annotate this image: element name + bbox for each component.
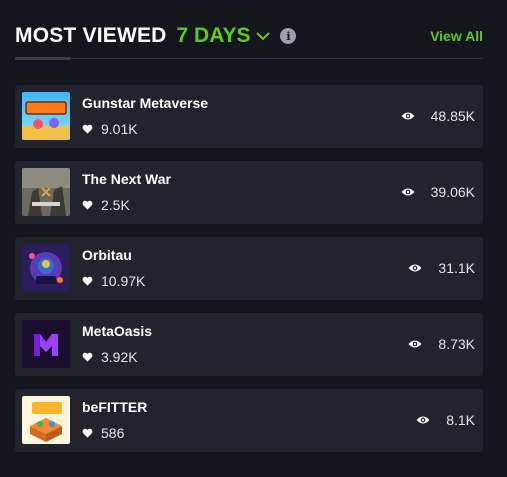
game-thumbnail [22,396,70,444]
likes-value: 10.97K [101,273,146,289]
game-name: MetaOasis [82,323,153,339]
game-thumbnail [22,244,70,292]
views-count: 39.06K [401,184,475,200]
eye-icon [416,416,430,424]
likes-count: 3.92K [82,349,138,365]
likes-count: 586 [82,425,124,441]
likes-value: 2.5K [101,197,130,213]
period-label: 7 DAYS [176,24,251,47]
game-name: Orbitau [82,247,132,263]
views-value: 8.73K [438,336,475,352]
eye-icon [408,340,422,348]
heart-icon [82,200,93,210]
views-count: 8.73K [408,336,475,352]
game-name: The Next War [82,171,171,187]
panel-header: MOST VIEWED 7 DAYS i View All [15,22,483,50]
views-value: 31.1K [438,260,475,276]
header-divider [15,58,483,59]
views-value: 8.1K [446,412,475,428]
list-item[interactable]: beFITTER 586 8.1K [15,389,483,452]
game-thumbnail [22,92,70,140]
divider-accent [15,57,71,60]
views-count: 31.1K [408,260,475,276]
likes-value: 586 [101,425,125,441]
views-value: 39.06K [430,184,475,200]
info-icon[interactable]: i [280,28,297,44]
views-count: 48.85K [401,108,475,124]
game-thumbnail [22,168,70,216]
game-name: beFITTER [82,399,148,415]
heart-icon [82,352,93,362]
panel-title: MOST VIEWED [15,24,167,47]
views-count: 8.1K [416,412,475,428]
view-all-link[interactable]: View All [430,28,483,44]
period-dropdown[interactable]: 7 DAYS [177,24,271,48]
likes-value: 3.92K [101,349,138,365]
game-name: Gunstar Metaverse [82,95,209,111]
heart-icon [82,124,93,134]
likes-count: 10.97K [82,273,145,289]
list-item[interactable]: Orbitau 10.97K 31.1K [15,237,483,300]
likes-count: 9.01K [82,121,138,137]
game-thumbnail [22,320,70,368]
eye-icon [401,112,415,120]
list-item[interactable]: MetaOasis 3.92K 8.73K [15,313,483,376]
chevron-down-icon [256,31,271,40]
eye-icon [401,188,415,196]
heart-icon [82,276,93,286]
likes-value: 9.01K [101,121,138,137]
likes-count: 2.5K [82,197,130,213]
most-viewed-panel: MOST VIEWED 7 DAYS i View All Gunstar Me… [0,0,507,477]
list-item[interactable]: The Next War 2.5K 39.06K [15,161,483,224]
heart-icon [82,428,93,438]
views-value: 48.85K [430,108,475,124]
eye-icon [408,264,422,272]
list-item[interactable]: Gunstar Metaverse 9.01K 48.85K [15,85,483,148]
